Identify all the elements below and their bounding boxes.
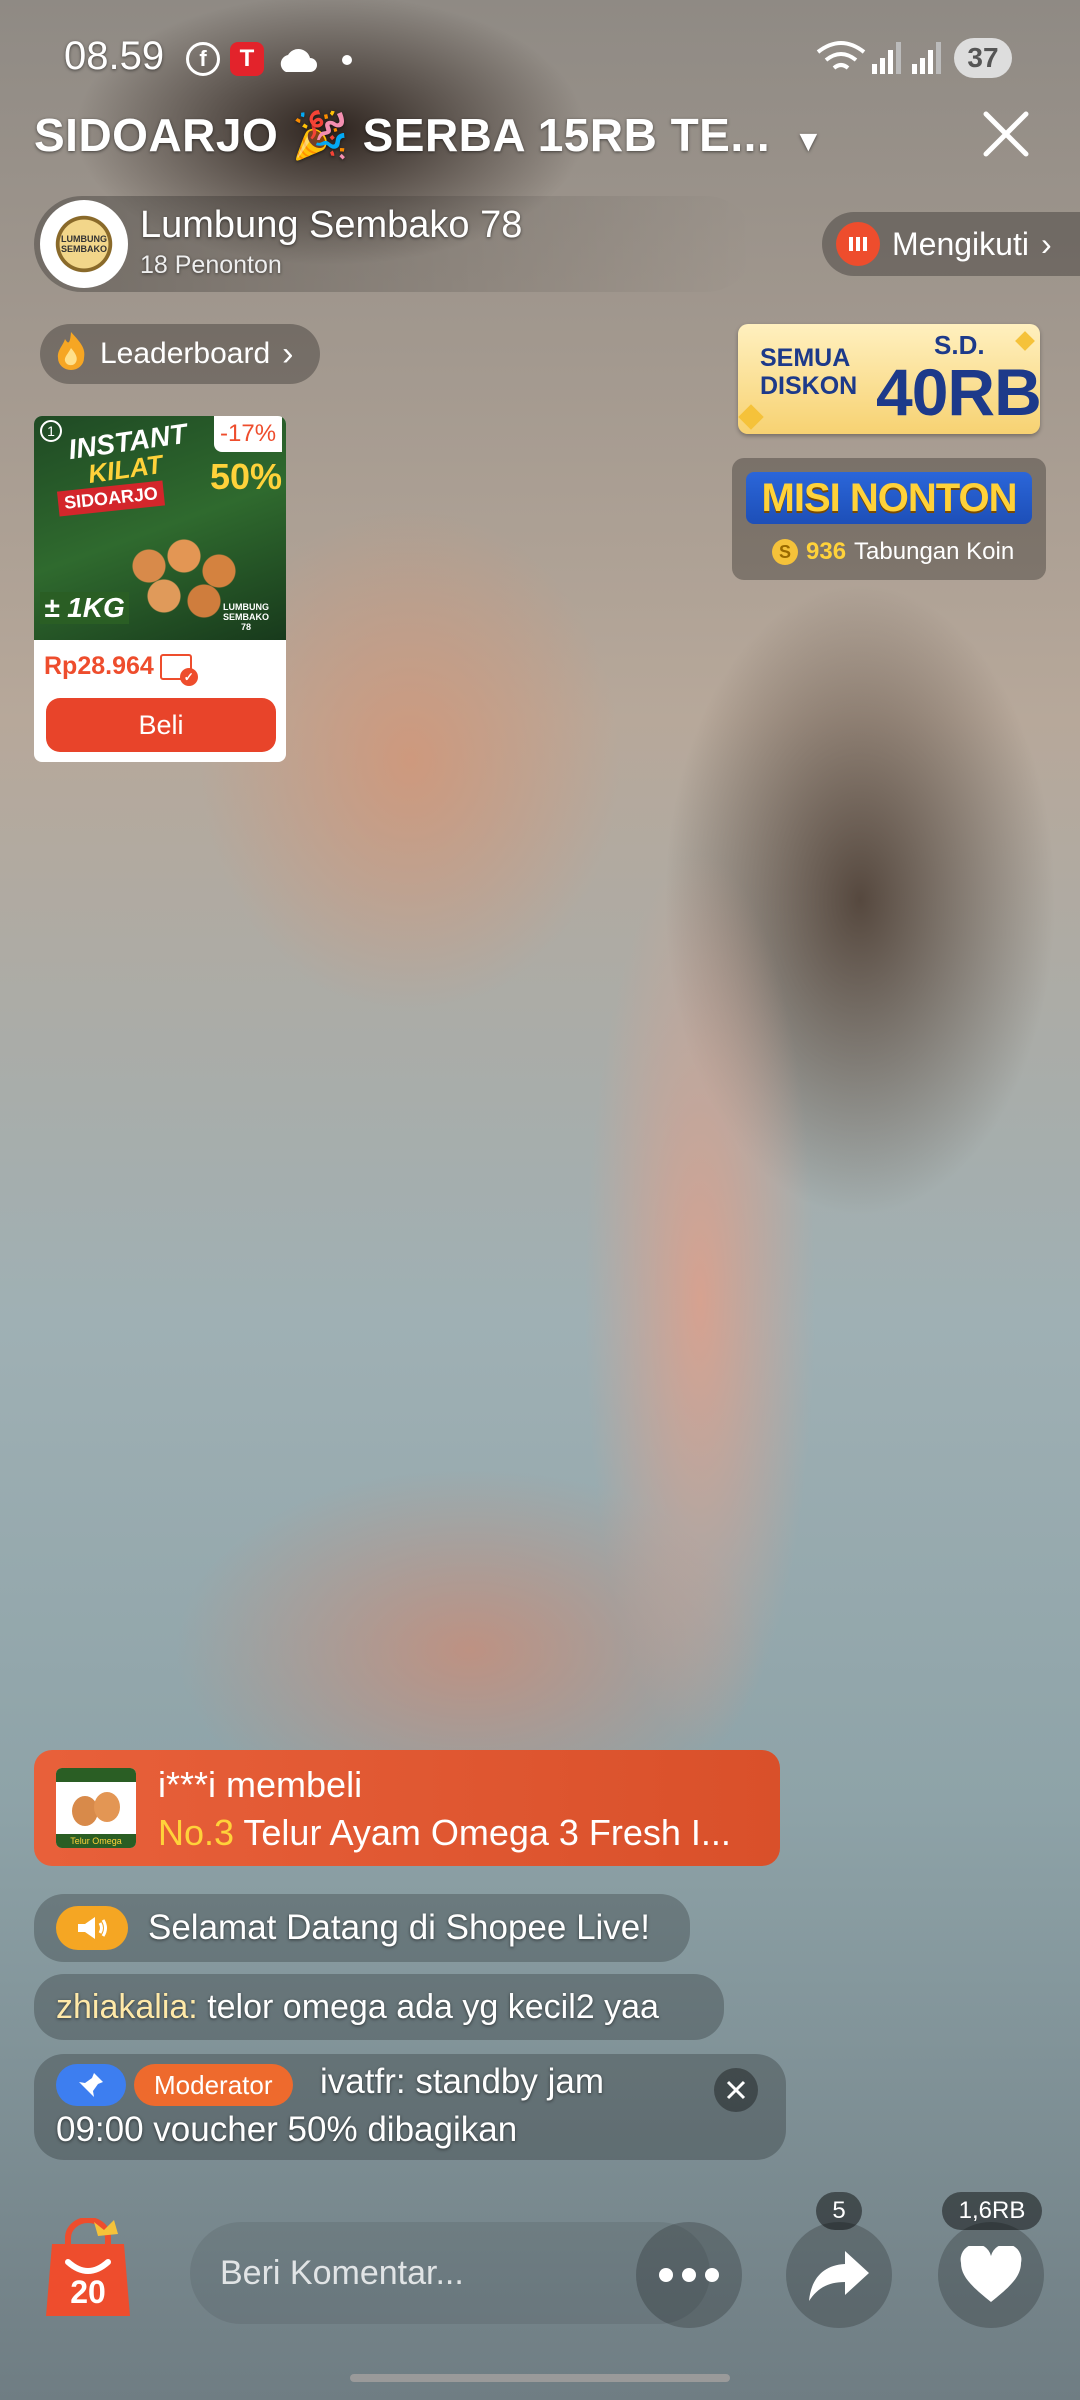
discount-line1: SEMUA xyxy=(760,344,851,372)
voucher-check-icon: ✓ xyxy=(159,653,198,686)
leaderboard-button[interactable]: Leaderboard › xyxy=(40,324,320,384)
signal-icon xyxy=(870,40,946,81)
discount-badge: -17% xyxy=(214,416,283,452)
purchase-item: Telur Ayam Omega 3 Fresh I... xyxy=(243,1812,731,1853)
comment-text: telor omega ada yg kecil2 yaa xyxy=(207,1988,659,2026)
wifi-icon xyxy=(816,40,866,81)
comment-username: zhiakalia: xyxy=(56,1988,198,2026)
more-options-button[interactable] xyxy=(636,2222,742,2328)
mission-title: MISI NONTON xyxy=(761,475,1018,520)
coin-count: 936 xyxy=(806,538,847,565)
live-title-text: SIDOARJO 🎉 SERBA 15RB TE... xyxy=(34,109,771,161)
follow-button[interactable]: Mengikuti › xyxy=(822,212,1080,276)
more-dots-icon xyxy=(659,2268,719,2282)
pinned-message[interactable]: Moderator ivatfr: standby jam 09:00 vouc… xyxy=(34,2054,786,2160)
sparkle-icon xyxy=(1015,331,1035,351)
avatar[interactable]: LUMBUNG SEMBAKO xyxy=(40,200,128,288)
announcement-icon xyxy=(56,1906,128,1950)
product-img-sale: 50% xyxy=(210,456,283,497)
chevron-down-icon: ▼ xyxy=(793,125,824,158)
home-indicator[interactable] xyxy=(350,2374,730,2382)
sparkle-icon xyxy=(738,404,764,430)
live-title[interactable]: SIDOARJO 🎉 SERBA 15RB TE... ▼ xyxy=(34,108,824,163)
product-img-city: SIDOARJO xyxy=(56,480,166,517)
share-count: 5 xyxy=(816,2192,862,2230)
pin-icon xyxy=(56,2064,126,2106)
coin-icon: S xyxy=(772,539,798,565)
like-button[interactable] xyxy=(938,2222,1044,2328)
like-count: 1,6RB xyxy=(942,2192,1042,2230)
share-button[interactable] xyxy=(786,2222,892,2328)
product-card[interactable]: 1 INSTANT KILAT SIDOARJO 50% ± 1KG LUMBU… xyxy=(34,416,286,762)
avatar-logo-text: LUMBUNG SEMBAKO xyxy=(60,234,107,254)
product-image[interactable]: 1 INSTANT KILAT SIDOARJO 50% ± 1KG LUMBU… xyxy=(34,416,286,640)
buy-label: Beli xyxy=(138,709,184,740)
purchase-notification[interactable]: Telur Omega i***i membeli No.3 Telur Aya… xyxy=(34,1750,780,1866)
dot-icon xyxy=(342,55,352,65)
purchase-buyer: i***i membeli xyxy=(158,1764,363,1805)
comment-input[interactable]: Beri Komentar... xyxy=(190,2222,710,2324)
product-img-brand: LUMBUNG SEMBAKO 78 xyxy=(222,602,269,632)
facebook-icon: f xyxy=(186,42,220,76)
shopping-bag-icon[interactable]: 20 xyxy=(38,2218,138,2320)
welcome-message: Selamat Datang di Shopee Live! xyxy=(34,1894,690,1962)
thumb-label: Telur Omega xyxy=(56,1834,136,1848)
close-icon[interactable] xyxy=(978,106,1034,162)
flame-icon xyxy=(52,330,90,378)
telkomsel-icon: T xyxy=(230,42,264,76)
cloud-icon xyxy=(276,44,320,79)
welcome-text: Selamat Datang di Shopee Live! xyxy=(148,1908,650,1947)
viewer-count: 18 Penonton xyxy=(140,251,282,279)
bag-count: 20 xyxy=(70,2274,106,2310)
pinned-text-line2: 09:00 voucher 50% dibagikan xyxy=(56,2110,518,2149)
status-time: 08.59 xyxy=(64,34,165,78)
pinned-text-line1: standby jam xyxy=(415,2062,605,2101)
heart-icon xyxy=(960,2246,1022,2302)
chat-message[interactable]: zhiakalia: telor omega ada yg kecil2 yaa xyxy=(34,1974,724,2040)
comment-placeholder: Beri Komentar... xyxy=(220,2254,464,2292)
buy-button[interactable]: Beli xyxy=(46,698,276,752)
pinned-username: ivatfr: xyxy=(320,2062,406,2101)
purchase-thumbnail: Telur Omega xyxy=(56,1768,136,1848)
chevron-right-icon: › xyxy=(1040,225,1052,262)
discount-banner[interactable]: SEMUA DISKON S.D. 40RB xyxy=(738,324,1042,434)
discount-line2: DISKON xyxy=(760,372,858,400)
leaderboard-label: Leaderboard xyxy=(100,337,271,370)
product-img-weight: ± 1KG xyxy=(40,592,129,624)
clock-icon: 1 xyxy=(40,420,62,442)
chevron-right-icon: › xyxy=(282,334,294,373)
coin-label: Tabungan Koin xyxy=(854,538,1015,565)
share-icon xyxy=(809,2251,869,2301)
discount-label: SEMUA DISKON xyxy=(760,344,857,400)
watch-mission-panel[interactable]: MISI NONTON S 936 Tabungan Koin xyxy=(732,458,1046,580)
live-bars-icon xyxy=(836,222,880,266)
shop-name[interactable]: Lumbung Sembako 78 xyxy=(140,204,522,247)
product-price: Rp28.964 xyxy=(44,652,154,680)
moderator-badge: Moderator xyxy=(134,2064,293,2106)
follow-label: Mengikuti xyxy=(892,225,1029,262)
discount-amount: 40RB xyxy=(876,355,1042,429)
close-icon[interactable] xyxy=(714,2068,758,2112)
battery-indicator: 37 xyxy=(954,38,1012,78)
purchase-rank: No.3 xyxy=(158,1812,235,1853)
